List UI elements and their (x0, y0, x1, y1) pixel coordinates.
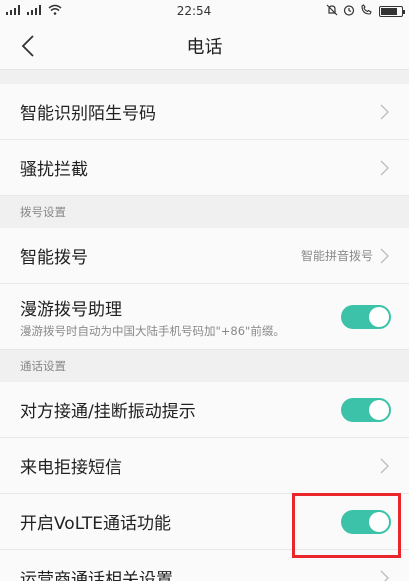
row-harassment-block[interactable]: 骚扰拦截 (0, 140, 409, 196)
section-header-call: 通话设置 (0, 350, 409, 382)
row-label: 智能拨号 (20, 248, 88, 268)
chevron-right-icon (377, 569, 391, 581)
roaming-toggle[interactable] (341, 304, 391, 329)
section-gap (0, 70, 409, 84)
row-carrier-settings[interactable]: 运营商通话相关设置 (0, 550, 409, 581)
call-icon (360, 3, 374, 19)
row-reject-sms[interactable]: 来电拒接短信 (0, 438, 409, 494)
chevron-right-icon (377, 247, 391, 265)
status-time: 22:54 (176, 4, 212, 18)
row-label: 漫游拨号助理 (20, 299, 122, 320)
wifi-icon (48, 4, 62, 18)
row-sublabel: 漫游拨号时自动为中国大陆手机号码加"+86"前缀。 (20, 323, 285, 338)
row-label: 运营商通话相关设置 (20, 570, 173, 581)
smart-dial-value: 智能拼音拨号 (300, 249, 373, 263)
app-header: 电话 (0, 22, 409, 70)
alarm-icon (343, 4, 355, 19)
row-label: 骚扰拦截 (20, 160, 88, 180)
section-header-dial: 拨号设置 (0, 196, 409, 228)
mute-icon (326, 4, 338, 19)
row-vibrate-hint: 对方接通/挂断振动提示 (0, 382, 409, 438)
row-label: 对方接通/挂断振动提示 (20, 402, 196, 422)
row-label: 智能识别陌生号码 (20, 104, 156, 124)
row-smart-dial[interactable]: 智能拨号 智能拼音拨号 (0, 228, 409, 284)
chevron-right-icon (377, 103, 391, 121)
volte-toggle[interactable] (341, 509, 391, 534)
back-chevron-icon (21, 35, 34, 57)
signal-icon (27, 4, 43, 18)
page-title: 电话 (186, 36, 223, 58)
chevron-right-icon (377, 457, 391, 475)
back-button[interactable] (12, 30, 44, 62)
vibrate-toggle[interactable] (341, 397, 391, 422)
battery-icon (379, 5, 405, 17)
row-roaming-assistant: 漫游拨号助理 漫游拨号时自动为中国大陆手机号码加"+86"前缀。 (0, 284, 409, 350)
chevron-right-icon (377, 159, 391, 177)
status-bar: 22:54 (0, 0, 409, 22)
signal-icon (6, 4, 22, 18)
row-label: 来电拒接短信 (20, 458, 122, 478)
row-volte: 开启VoLTE通话功能 (0, 494, 409, 550)
row-smart-identify[interactable]: 智能识别陌生号码 (0, 84, 409, 140)
row-label: 开启VoLTE通话功能 (20, 514, 171, 534)
